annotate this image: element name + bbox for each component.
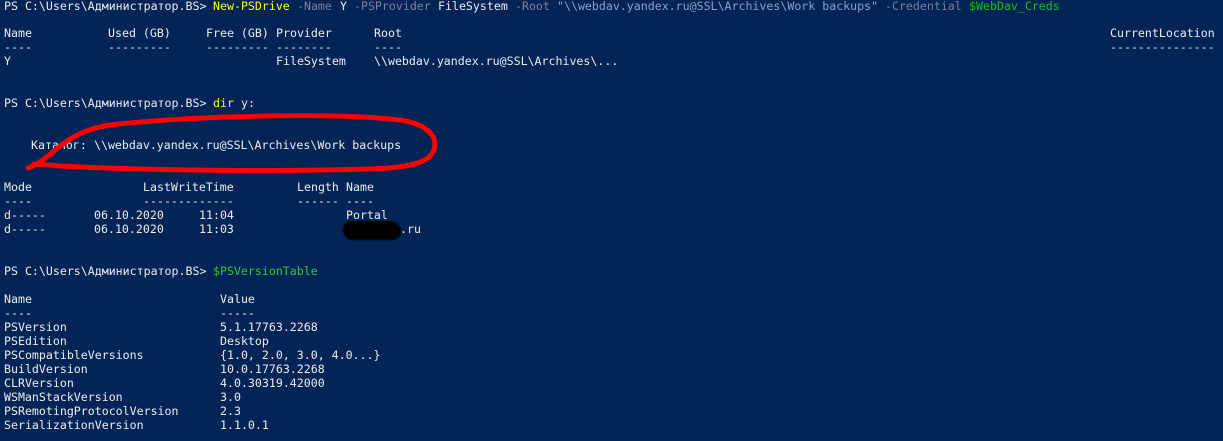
param-root: -Root	[508, 0, 557, 13]
col-value: Value	[220, 292, 255, 306]
version-table-header: Name Value	[4, 292, 255, 306]
underline: -------------	[143, 194, 234, 208]
row-name: .ru	[400, 222, 421, 236]
cmdlet-new-psdrive: New-PSDrive	[213, 0, 290, 13]
version-value: 4.0.30319.42000	[220, 376, 325, 390]
col-name: Name	[4, 292, 32, 306]
col-provider: Provider	[276, 26, 332, 40]
cmd-dir: dir	[213, 96, 234, 110]
param-psprovider: -PSProvider	[347, 0, 438, 13]
dir-table-underline: ---- ------------- ------ ----	[4, 194, 374, 208]
command-line-psversiontable: PS C:\Users\Администратор.BS> $PSVersion…	[4, 264, 318, 278]
drive-table-row: Y FileSystem \\webdav.yandex.ru@SSL\Arch…	[4, 54, 618, 68]
version-key: PSCompatibleVersions	[4, 348, 144, 362]
catalog-line: Каталог: \\webdav.yandex.ru@SSL\Archives…	[4, 138, 401, 152]
version-key: PSEdition	[4, 334, 67, 348]
underline: ----	[4, 306, 32, 320]
version-table-underline: ---- -----	[4, 306, 255, 320]
dir-table-header: Mode LastWriteTime Length Name	[4, 180, 374, 194]
col-lastwritetime: LastWriteTime	[143, 180, 234, 194]
version-key: SerializationVersion	[4, 418, 144, 432]
drive-provider: FileSystem	[276, 54, 346, 68]
underline: ---------------	[1110, 40, 1215, 54]
row-time: 11:04	[199, 208, 234, 222]
col-currentlocation: CurrentLocation	[1110, 26, 1215, 40]
version-value: {1.0, 2.0, 3.0, 4.0...}	[220, 348, 381, 362]
version-key: WSManStackVersion	[4, 390, 123, 404]
version-value: 3.0	[220, 390, 241, 404]
version-key: CLRVersion	[4, 376, 74, 390]
version-value: Desktop	[220, 334, 269, 348]
version-row: PSRemotingProtocolVersion 2.3	[4, 404, 241, 418]
row-name: Portal	[346, 208, 388, 222]
underline: ----	[4, 40, 32, 54]
command-line-dir: PS C:\Users\Администратор.BS> dir y:	[4, 96, 255, 110]
version-row: PSCompatibleVersions {1.0, 2.0, 3.0, 4.0…	[4, 348, 381, 362]
row-time: 11:03	[199, 222, 234, 236]
version-key: PSVersion	[4, 320, 67, 334]
version-value: 10.0.17763.2268	[220, 362, 325, 376]
col-name: Name	[346, 180, 374, 194]
row-date: 06.10.2020	[94, 208, 164, 222]
row-mode: d-----	[4, 222, 46, 236]
row-mode: d-----	[4, 208, 46, 222]
version-row: CLRVersion 4.0.30319.42000	[4, 376, 325, 390]
col-root: Root	[374, 26, 402, 40]
underline: ------	[297, 194, 339, 208]
version-row: SerializationVersion 1.1.0.1	[4, 418, 269, 432]
underline: --------	[276, 40, 332, 54]
var-psversiontable: $PSVersionTable	[213, 264, 318, 278]
version-key: PSRemotingProtocolVersion	[4, 404, 179, 418]
underline: ---------	[108, 40, 171, 54]
version-row: BuildVersion 10.0.17763.2268	[4, 362, 325, 376]
col-free: Free (GB)	[206, 26, 269, 40]
prompt: PS C:\Users\Администратор.BS>	[4, 264, 214, 278]
underline: ----	[4, 194, 32, 208]
value-name: Y	[340, 0, 347, 13]
drive-root: \\webdav.yandex.ru@SSL\Archives\...	[374, 54, 619, 68]
catalog-label: Каталог:	[31, 138, 87, 152]
version-value: 2.3	[220, 404, 241, 418]
value-credential: $WebDav_Creds	[969, 0, 1060, 13]
command-line-new-psdrive: PS C:\Users\Администратор.BS> New-PSDriv…	[4, 0, 1060, 13]
col-name: Name	[4, 26, 32, 40]
drive-table-header: Name Used (GB) Free (GB) Provider Root C…	[4, 26, 1215, 40]
param-name: -Name	[290, 0, 339, 13]
col-mode: Mode	[4, 180, 32, 194]
prompt: PS C:\Users\Администратор.BS>	[4, 0, 214, 13]
value-psprovider: FileSystem	[438, 0, 508, 13]
version-row: PSVersion 5.1.17763.2268	[4, 320, 318, 334]
underline: ----	[374, 40, 402, 54]
col-length: Length	[297, 180, 339, 194]
dir-table-row: d----- 06.10.2020 11:03 .ru	[4, 222, 421, 236]
version-value: 5.1.17763.2268	[220, 320, 318, 334]
underline: ----	[346, 194, 374, 208]
version-value: 1.1.0.1	[220, 418, 269, 432]
param-credential: -Credential	[878, 0, 969, 13]
row-date: 06.10.2020	[94, 222, 164, 236]
powershell-console[interactable]: PS C:\Users\Администратор.BS> New-PSDriv…	[0, 0, 1223, 441]
underline: -----	[220, 306, 255, 320]
drive-name: Y	[4, 54, 11, 68]
version-key: BuildVersion	[4, 362, 88, 376]
dir-arg: y:	[234, 96, 255, 110]
value-root: "\\webdav.yandex.ru@SSL\Archives\Work ba…	[557, 0, 879, 13]
underline: ---------	[206, 40, 269, 54]
drive-table-underline: ---- --------- --------- -------- ---- -…	[4, 40, 1215, 54]
redaction-blot	[343, 221, 401, 240]
version-row: PSEdition Desktop	[4, 334, 269, 348]
col-used: Used (GB)	[108, 26, 171, 40]
dir-table-row: d----- 06.10.2020 11:04 Portal	[4, 208, 388, 222]
prompt: PS C:\Users\Администратор.BS>	[4, 96, 214, 110]
version-row: WSManStackVersion 3.0	[4, 390, 241, 404]
catalog-path: \\webdav.yandex.ru@SSL\Archives\Work bac…	[87, 138, 402, 152]
